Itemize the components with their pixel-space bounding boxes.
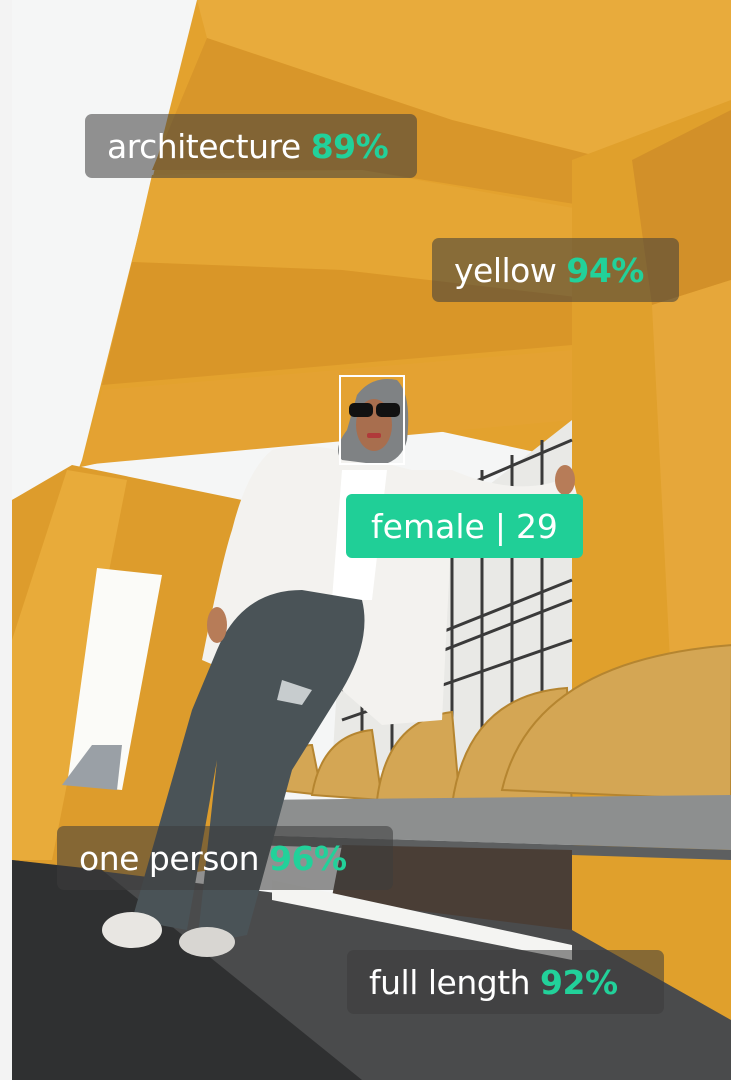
tag-one-person: one person 96%: [57, 826, 393, 890]
tag-label: yellow: [454, 250, 557, 290]
face-separator: |: [494, 506, 506, 546]
face-bounding-box: [339, 375, 405, 465]
tag-label: full length: [369, 962, 531, 1002]
tag-label: one person: [79, 838, 260, 878]
tagged-photo-view: architecture 89% yellow 94% female | 29 …: [0, 0, 731, 1080]
face-gender: female: [371, 506, 485, 546]
face-age: 29: [515, 506, 558, 546]
tag-label: architecture: [107, 126, 301, 166]
tag-confidence: 94%: [566, 250, 644, 290]
tag-yellow: yellow 94%: [432, 238, 679, 302]
tag-confidence: 96%: [269, 838, 347, 878]
left-margin: [0, 0, 12, 1080]
tag-confidence: 92%: [540, 962, 618, 1002]
tag-confidence: 89%: [310, 126, 389, 166]
tag-architecture: architecture 89%: [85, 114, 417, 178]
tag-full-length: full length 92%: [347, 950, 664, 1014]
face-badge: female | 29: [346, 494, 583, 558]
